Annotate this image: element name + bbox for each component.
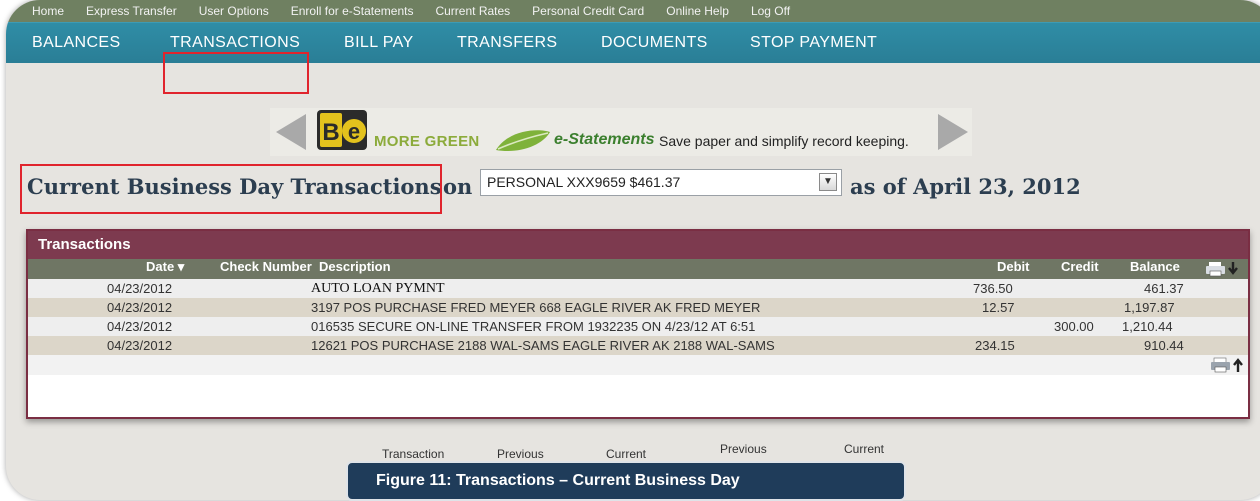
svg-text:e: e	[348, 119, 360, 144]
nav-bill-pay[interactable]: BILL PAY	[344, 23, 414, 63]
page-title-on: on	[443, 174, 473, 199]
util-link-express-transfer[interactable]: Express Transfer	[86, 4, 177, 18]
table-footer-row	[28, 355, 1248, 375]
print-download-icon[interactable]	[1206, 261, 1242, 277]
row-date: 04/23/2012	[107, 338, 173, 353]
col-debit[interactable]: Debit	[997, 259, 1030, 274]
row-balance: 461.37	[1144, 281, 1184, 296]
row-description: 016535 SECURE ON-LINE TRANSFER FROM 1932…	[311, 319, 756, 334]
util-link-personal-credit-card[interactable]: Personal Credit Card	[532, 4, 644, 18]
util-link-online-help[interactable]: Online Help	[666, 4, 729, 18]
table-row[interactable]: 04/23/2012 3197 POS PURCHASE FRED MEYER …	[28, 298, 1248, 317]
chevron-down-icon[interactable]: ▼	[819, 173, 837, 191]
col-balance[interactable]: Balance	[1130, 259, 1180, 274]
row-debit: 736.50	[973, 281, 1013, 296]
util-link-enroll-estatements[interactable]: Enroll for e-Statements	[291, 4, 414, 18]
highlight-transactions-tab	[163, 52, 309, 94]
banner-prev-arrow-icon[interactable]	[276, 114, 306, 150]
table-row[interactable]: 04/23/2012 12621 POS PURCHASE 2188 WAL-S…	[28, 336, 1248, 355]
col-check-number[interactable]: Check Number	[220, 259, 312, 274]
row-description: AUTO LOAN PYMNT	[311, 281, 445, 296]
nav-stop-payment[interactable]: STOP PAYMENT	[750, 23, 877, 63]
banner-more-green: MORE GREEN	[374, 133, 480, 150]
row-date: 04/23/2012	[107, 319, 173, 334]
table-row[interactable]: 04/23/2012 016535 SECURE ON-LINE TRANSFE…	[28, 317, 1248, 336]
as-of-date: as of April 23, 2012	[850, 174, 1081, 199]
row-debit: 12.57	[982, 300, 1015, 315]
nav-documents[interactable]: DOCUMENTS	[601, 23, 708, 63]
footer-link-transaction[interactable]: Transaction	[382, 447, 444, 461]
col-date[interactable]: Date ▾	[146, 259, 184, 275]
row-balance: 1,210.44	[1122, 319, 1173, 334]
row-balance: 910.44	[1144, 338, 1184, 353]
leaf-icon	[496, 130, 550, 152]
be-logo-icon: B e	[317, 110, 367, 150]
banner-estatements: e-Statements	[554, 131, 655, 148]
highlight-page-title	[20, 164, 442, 214]
footer-link-current-business-day[interactable]: Current	[844, 442, 884, 456]
util-link-current-rates[interactable]: Current Rates	[435, 4, 510, 18]
footer-link-previous-business-day[interactable]: Previous	[720, 442, 767, 456]
col-credit[interactable]: Credit	[1061, 259, 1099, 274]
nav-transfers[interactable]: TRANSFERS	[457, 23, 558, 63]
row-debit: 234.15	[975, 338, 1015, 353]
utility-nav: Home Express Transfer User Options Enrol…	[6, 0, 1260, 22]
util-link-user-options[interactable]: User Options	[199, 4, 269, 18]
banner-tagline: Save paper and simplify record keeping.	[659, 133, 909, 149]
row-credit: 300.00	[1054, 319, 1094, 334]
footer-link-current[interactable]: Current	[606, 447, 646, 461]
panel-title: Transactions	[28, 231, 1248, 259]
banner-next-arrow-icon[interactable]	[938, 114, 968, 150]
row-description: 3197 POS PURCHASE FRED MEYER 668 EAGLE R…	[311, 300, 761, 315]
row-date: 04/23/2012	[107, 281, 173, 296]
util-link-home[interactable]: Home	[32, 4, 64, 18]
figure-caption-text: Figure 11: Transactions – Current Busine…	[376, 472, 740, 489]
row-date: 04/23/2012	[107, 300, 173, 315]
transactions-panel: Transactions Date ▾ Check Number Descrip…	[26, 229, 1250, 419]
footer-link-previous[interactable]: Previous	[497, 447, 544, 461]
account-select[interactable]: PERSONAL XXX9659 $461.37 ▼	[480, 169, 842, 196]
print-upload-icon[interactable]	[1211, 357, 1245, 373]
figure-caption: Figure 11: Transactions – Current Busine…	[346, 461, 906, 501]
svg-text:B: B	[322, 119, 339, 146]
row-balance: 1,197.87	[1124, 300, 1175, 315]
account-select-value: PERSONAL XXX9659 $461.37	[487, 174, 681, 190]
col-description[interactable]: Description	[319, 259, 391, 274]
row-description: 12621 POS PURCHASE 2188 WAL-SAMS EAGLE R…	[311, 338, 775, 353]
table-row[interactable]: 04/23/2012 AUTO LOAN PYMNT 736.50 461.37	[28, 279, 1248, 298]
nav-balances[interactable]: BALANCES	[32, 23, 121, 63]
table-header: Date ▾ Check Number Description Debit Cr…	[28, 259, 1248, 279]
util-link-log-off[interactable]: Log Off	[751, 4, 790, 18]
